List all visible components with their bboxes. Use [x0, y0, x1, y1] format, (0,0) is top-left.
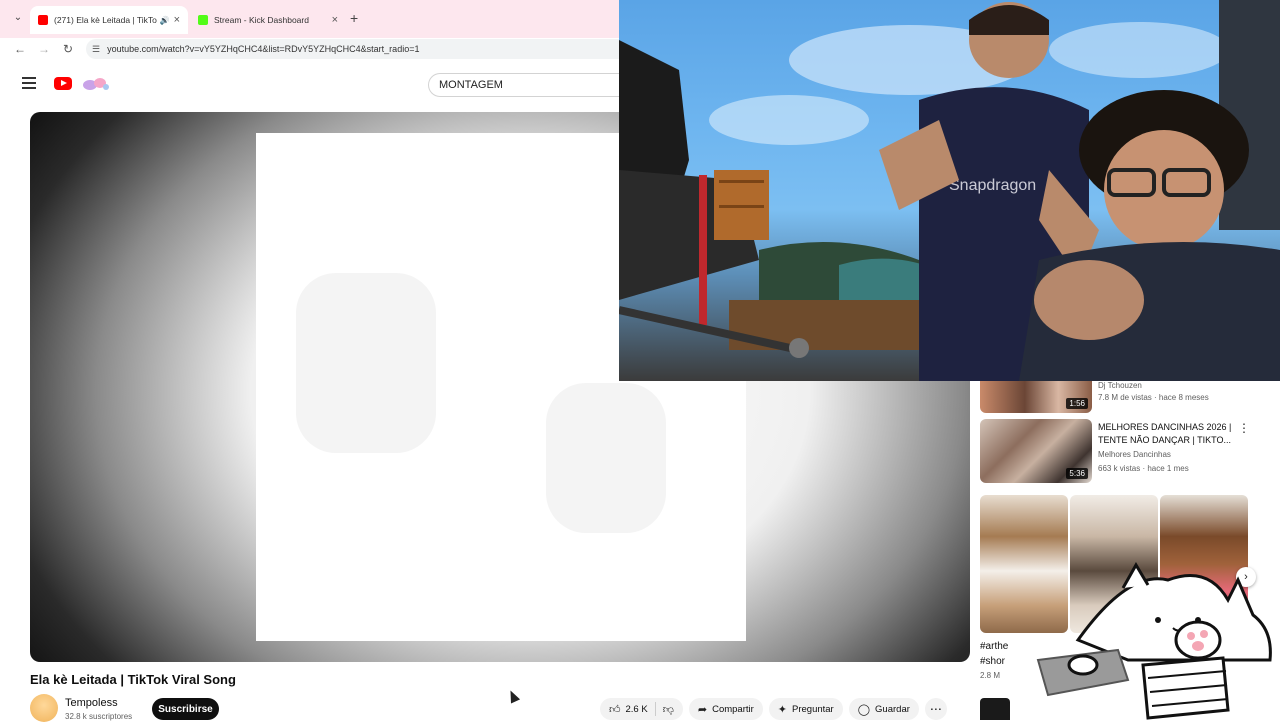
youtube-logo-icon[interactable] [54, 77, 72, 90]
sidebar-video-item[interactable]: 5:36 MELHORES DANCINHAS 2026 | TENTE NÃO… [980, 419, 1270, 483]
like-button[interactable]: 👍︎ 2.6 K 👎︎ [600, 698, 683, 720]
ask-button[interactable]: ✦ Preguntar [768, 698, 843, 720]
youtube-favicon-icon [38, 15, 48, 25]
close-tab-icon[interactable]: × [332, 14, 338, 26]
bookmark-icon: ◯ [857, 703, 871, 716]
share-button[interactable]: ➦ Compartir [688, 698, 763, 720]
tab-title: Stream - Kick Dashboard [214, 15, 309, 25]
ask-label: Preguntar [792, 703, 834, 715]
video-thumbnail[interactable]: 1:56 [980, 381, 1092, 413]
short-title-line: #arthe [980, 641, 1009, 652]
url-field[interactable]: ☰ youtube.com/watch?v=vY5YZHqCHC4&list=R… [86, 39, 686, 59]
search-value: MONTAGEM [439, 79, 503, 91]
video-figure [546, 383, 666, 533]
thumbs-up-icon: 👍︎ [609, 703, 621, 716]
more-options-icon[interactable]: ⋮ [1238, 421, 1250, 435]
svg-text:Snapdragon: Snapdragon [949, 177, 1036, 194]
tab-search-chevron-icon[interactable]: ⌄ [8, 12, 28, 28]
thumbs-down-icon[interactable]: 👎︎ [663, 703, 674, 716]
like-count: 2.6 K [625, 703, 648, 715]
video-meta: 7.8 M de vistas · hace 8 meses [1098, 393, 1209, 402]
sidebar-video-item[interactable]: 1:56 Dj Tchouzen 7.8 M de vistas · hace … [980, 381, 1270, 415]
speaker-icon[interactable]: 🔊 [160, 16, 170, 25]
short-meta: 2.8 M [980, 671, 1001, 680]
video-figure [296, 273, 436, 453]
sparkle-icon: ✦ [777, 703, 787, 716]
menu-icon[interactable] [22, 77, 36, 89]
bongo-cat-icon [1036, 562, 1272, 720]
short-title[interactable]: #arthe #shor [980, 639, 1008, 669]
video-thumbnail[interactable]: 5:36 [980, 419, 1092, 483]
video-title: Ela kè Leitada | TikTok Viral Song [30, 672, 236, 687]
share-icon: ➦ [697, 703, 708, 716]
kick-favicon-icon [198, 15, 208, 25]
short-title-line: #shor [980, 656, 1006, 667]
video-meta: 663 k vistas · hace 1 mes [1098, 464, 1189, 473]
forward-arrow-icon[interactable]: → [36, 41, 52, 57]
save-button[interactable]: ◯ Guardar [848, 698, 919, 720]
channel-name: Melhores Dancinhas [1098, 450, 1171, 459]
save-label: Guardar [875, 703, 910, 715]
more-actions-icon[interactable]: ⋯ [924, 698, 947, 720]
tab-title: (271) Ela kè Leitada | TikTok [54, 15, 157, 25]
site-settings-icon[interactable]: ☰ [92, 44, 100, 55]
new-tab-icon[interactable]: + [350, 10, 358, 26]
duration-badge: 5:36 [1066, 468, 1088, 479]
webcam-scene: Snapdragon [619, 0, 1280, 381]
reload-icon[interactable]: ↻ [60, 41, 76, 57]
tab-kick-dashboard[interactable]: Stream - Kick Dashboard × [190, 6, 346, 34]
webcam-overlay: Snapdragon [619, 0, 1280, 381]
tab-youtube[interactable]: (271) Ela kè Leitada | TikTok 🔊 × [30, 6, 188, 34]
back-arrow-icon[interactable]: ← [12, 41, 28, 57]
share-label: Compartir [712, 703, 754, 715]
divider [654, 702, 656, 716]
channel-name[interactable]: Tempoless [65, 697, 118, 709]
close-tab-icon[interactable]: × [174, 14, 180, 26]
channel-name: Dj Tchouzen [1098, 381, 1142, 390]
video-actions: 👍︎ 2.6 K 👎︎ ➦ Compartir ✦ Preguntar ◯ Gu… [600, 698, 947, 720]
video-title[interactable]: MELHORES DANCINHAS 2026 | TENTE NÃO DANÇ… [1098, 421, 1238, 447]
mouse-cursor-icon [505, 688, 521, 704]
duration-badge: 1:56 [1066, 398, 1088, 409]
video-thumbnail[interactable] [980, 698, 1010, 720]
search-input[interactable]: MONTAGEM [428, 73, 628, 97]
url-text: youtube.com/watch?v=vY5YZHqCHC4&list=RDv… [107, 44, 420, 54]
channel-avatar[interactable] [30, 694, 58, 722]
subscribe-button[interactable]: Suscribirse [152, 698, 219, 720]
doodle-logo-icon[interactable] [80, 75, 112, 93]
